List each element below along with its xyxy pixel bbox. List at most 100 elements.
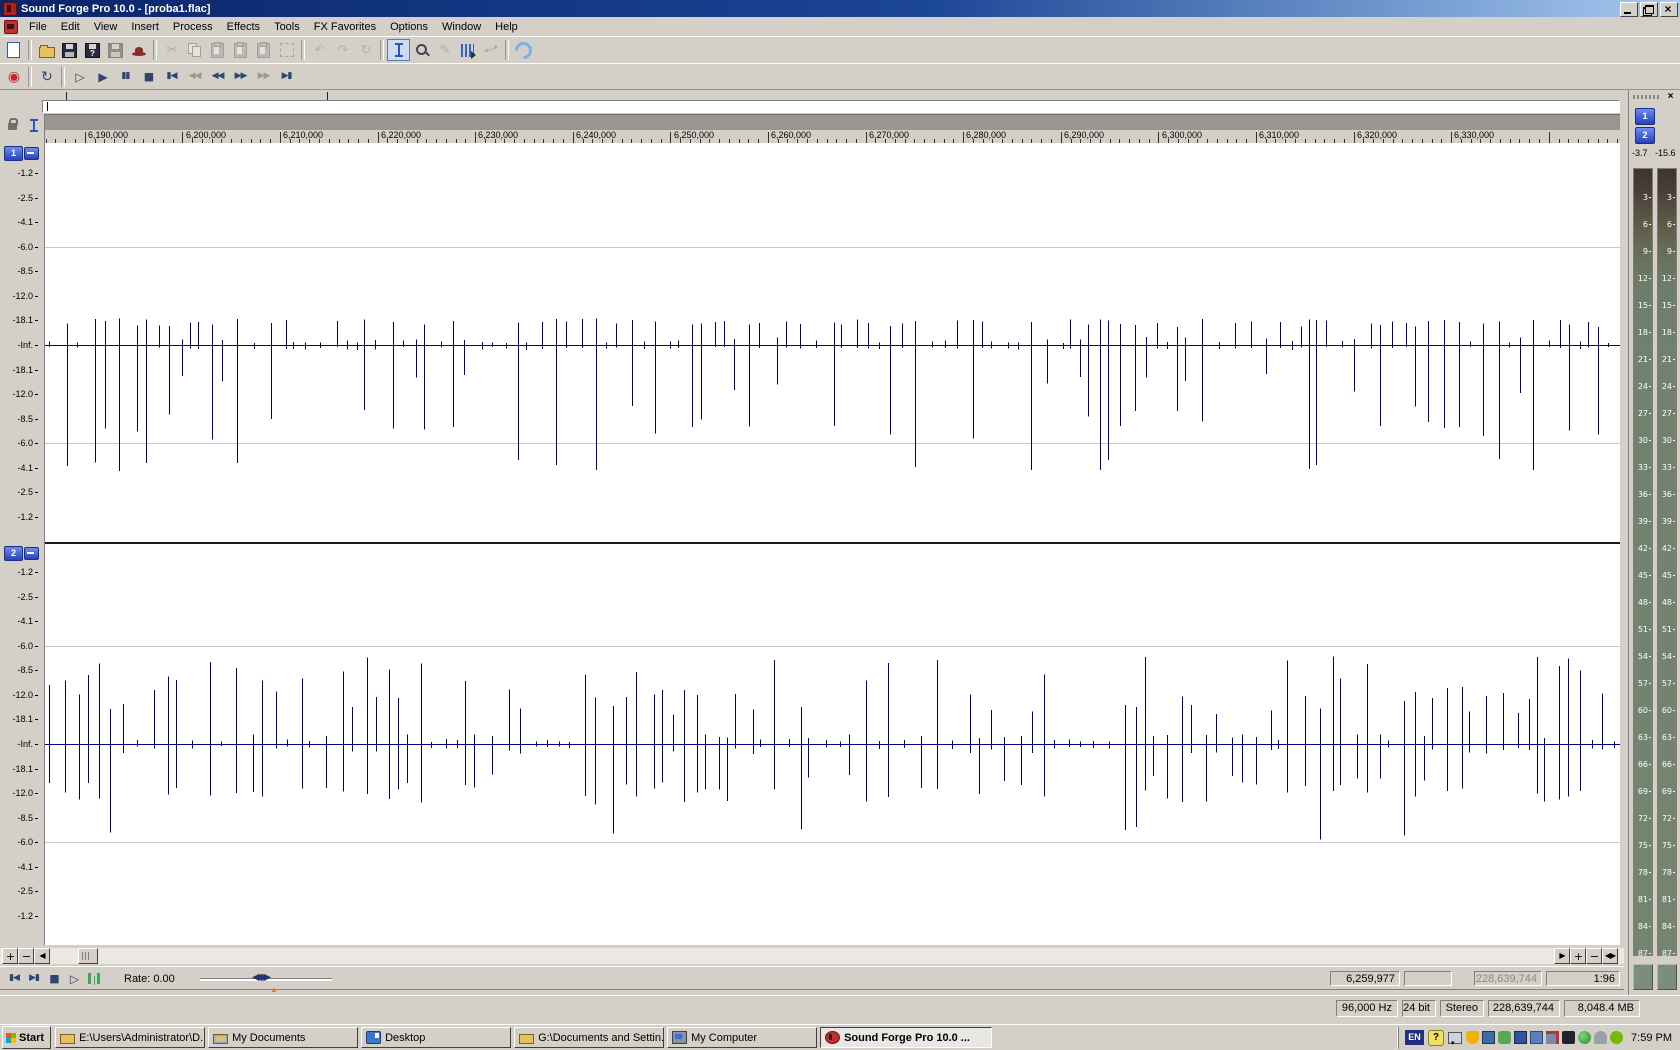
menu-item[interactable]: Help — [488, 19, 525, 35]
overview-bar[interactable] — [42, 100, 1620, 113]
taskbar-task[interactable]: My Computer — [667, 1027, 818, 1048]
menu-item[interactable]: View — [87, 19, 125, 35]
status-ball-icon[interactable] — [1578, 1031, 1592, 1044]
zoom-out-button[interactable]: − — [1586, 948, 1602, 964]
bit-depth-cell[interactable]: 24 bit — [1402, 1000, 1436, 1017]
scroll-right-button[interactable]: ▶ — [1554, 948, 1570, 964]
taskbar-task[interactable]: My Documents — [208, 1027, 359, 1048]
marker-tick[interactable] — [327, 92, 328, 100]
zoom-out-button[interactable]: − — [18, 948, 34, 964]
forward-button[interactable]: ▶▶ — [229, 66, 252, 88]
marker-tick[interactable] — [66, 92, 67, 100]
menu-item[interactable]: Effects — [220, 19, 267, 35]
play-all-button[interactable]: ▷ — [68, 66, 91, 88]
updates-icon[interactable] — [1498, 1031, 1512, 1044]
zoom-in-button[interactable]: + — [1570, 948, 1586, 964]
menu-item[interactable]: Insert — [124, 19, 166, 35]
lock-icon[interactable] — [8, 118, 18, 130]
battery-icon[interactable] — [1562, 1031, 1576, 1044]
go-to-end-button[interactable]: ▶▮ — [275, 66, 298, 88]
network-places-icon[interactable] — [1530, 1031, 1544, 1044]
meter-channel-1-button[interactable]: 1 — [1635, 108, 1655, 125]
menu-item[interactable]: Process — [166, 19, 220, 35]
meter-channel-2-button[interactable]: 2 — [1635, 127, 1655, 144]
panel-grip-icon[interactable] — [1633, 95, 1661, 99]
time-ruler-labels[interactable]: 6,190,000 6,200,000 6,210,000 6,220,000 6,23… — [45, 130, 1620, 144]
go-to-end-button[interactable]: ▶▮ — [24, 969, 44, 988]
magnify-tool-button[interactable] — [410, 39, 433, 61]
pause-button[interactable]: ▮▮ — [114, 66, 137, 88]
marker-strip[interactable] — [0, 90, 1624, 100]
menu-item[interactable]: Options — [383, 19, 435, 35]
edit-tool-mini-icon[interactable] — [28, 119, 40, 132]
scroll-left-button[interactable]: ◀ — [34, 948, 50, 964]
whats-this-help-button[interactable] — [511, 37, 536, 63]
sample-rate-cell[interactable]: 96,000 Hz — [1336, 1000, 1398, 1017]
stop-button[interactable]: ■ — [137, 66, 160, 88]
waveform-display[interactable] — [45, 143, 1620, 945]
new-file-button[interactable] — [2, 39, 25, 61]
menu-item[interactable]: File — [22, 19, 54, 35]
publish-button[interactable] — [127, 39, 150, 61]
rewind-button[interactable]: ◀◀ — [206, 66, 229, 88]
zoom-ratio-box[interactable]: 1:96 — [1546, 971, 1620, 986]
loop-playback-button[interactable]: ↻ — [35, 66, 58, 88]
overview-cursor[interactable] — [47, 102, 48, 111]
taskbar-task[interactable]: G:\Documents and Settin... — [514, 1027, 665, 1048]
go-to-start-button[interactable]: ▮◀ — [4, 969, 24, 988]
play-button[interactable]: ▶ — [91, 66, 114, 88]
title-bar[interactable]: Sound Forge Pro 10.0 - [proba1.flac] — [0, 0, 1680, 17]
save-as-button[interactable] — [81, 39, 104, 61]
scrollbar-thumb[interactable] — [78, 948, 98, 964]
zoom-in-button[interactable]: + — [2, 948, 18, 964]
restore-icon[interactable] — [1640, 2, 1658, 17]
go-to-start-button[interactable]: ▮◀ — [160, 66, 183, 88]
channel-mode-cell[interactable]: Stereo — [1440, 1000, 1484, 1017]
channel-1-minimize-icon[interactable] — [24, 147, 39, 160]
meter-bar-right[interactable]: 3 6 9 12 15 18 21 24 27 30 33 36 39 42 45 48 51 54 57 60 63 6… — [1657, 168, 1677, 958]
start-button[interactable]: Start — [2, 1026, 52, 1049]
meter-scale-label: 21 — [1659, 355, 1675, 364]
copy-icon — [187, 43, 202, 57]
network-monitor-icon[interactable] — [1482, 1031, 1496, 1044]
scrub-slider[interactable]: ◀◆▶ ▲ — [200, 972, 332, 994]
clock[interactable]: 7:59 PM — [1627, 1032, 1678, 1044]
horizontal-scrollbar[interactable]: + − ◀ ▶ + − ◀▶ — [0, 948, 1624, 964]
scrub-handle-icon[interactable]: ◀◆▶ — [252, 972, 271, 983]
play-normal-button[interactable]: ▷ — [64, 969, 84, 988]
channel-1-badge[interactable]: 1 — [4, 146, 23, 161]
event-tool-button[interactable] — [456, 39, 479, 61]
menu-item[interactable]: Window — [435, 19, 488, 35]
network-error-icon[interactable] — [1546, 1031, 1560, 1044]
minimize-icon[interactable] — [1620, 2, 1638, 17]
selection-end-box[interactable]: 228,639,744 — [1474, 971, 1542, 986]
channel-2-badge[interactable]: 2 — [4, 546, 23, 561]
display-icon[interactable] — [1514, 1031, 1528, 1044]
cursor-position-box[interactable]: 6,259,977 — [1330, 971, 1400, 986]
panel-close-icon[interactable]: × — [1664, 91, 1677, 103]
security-shield-icon[interactable] — [1466, 1031, 1480, 1044]
edit-tool-button[interactable] — [387, 39, 410, 61]
help-balloon-icon[interactable]: ? — [1428, 1029, 1445, 1046]
taskbar-task[interactable]: Desktop — [361, 1027, 512, 1048]
menu-item[interactable]: Edit — [54, 19, 87, 35]
document-icon[interactable] — [4, 19, 18, 34]
nvidia-icon[interactable] — [1610, 1031, 1624, 1044]
wireless-icon[interactable] — [1594, 1031, 1608, 1044]
open-file-button[interactable] — [35, 39, 58, 61]
menu-item[interactable]: FX Favorites — [307, 19, 383, 35]
window-switcher-icon[interactable] — [1448, 1031, 1463, 1047]
record-button[interactable]: ◉ — [2, 66, 25, 88]
channel-2-minimize-icon[interactable] — [24, 547, 39, 560]
stop-button[interactable]: ■ — [44, 969, 64, 988]
save-button[interactable] — [58, 39, 81, 61]
close-icon[interactable] — [1660, 2, 1678, 17]
zoom-selection-button[interactable]: ◀▶ — [1602, 948, 1618, 964]
menu-item[interactable]: Tools — [267, 19, 307, 35]
selection-start-box[interactable] — [1404, 971, 1452, 986]
taskbar-task[interactable]: Sound Forge Pro 10.0 ... — [820, 1027, 993, 1048]
meter-bar-left[interactable]: 3 6 9 12 15 18 21 24 27 30 33 36 39 42 45 48 51 54 57 60 63 6… — [1633, 168, 1653, 958]
language-indicator[interactable]: EN — [1405, 1030, 1425, 1045]
scrub-control-button[interactable] — [84, 969, 104, 988]
taskbar-task[interactable]: E:\Users\Administrator\D... — [55, 1027, 206, 1048]
